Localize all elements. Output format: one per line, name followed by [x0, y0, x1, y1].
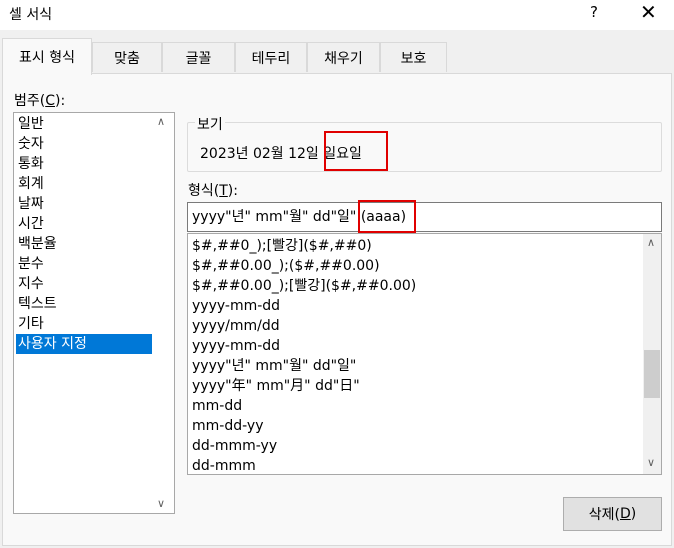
- format-item[interactable]: mm-dd: [192, 396, 242, 416]
- format-item[interactable]: yyyy-mm-dd: [192, 336, 280, 356]
- format-item[interactable]: yyyy"年" mm"月" dd"日": [192, 376, 360, 396]
- tab-font[interactable]: 글꼴: [162, 42, 235, 72]
- category-item-accounting[interactable]: 회계: [16, 174, 152, 194]
- format-item[interactable]: dd-mmm-yy: [192, 436, 277, 456]
- category-item-number[interactable]: 숫자: [16, 134, 152, 154]
- highlight-box-sample: [324, 131, 388, 171]
- format-label: 형식(T):: [188, 183, 238, 199]
- format-item[interactable]: $#,##0.00_);($#,##0.00): [192, 256, 380, 276]
- close-icon[interactable]: ✕: [640, 0, 657, 24]
- tab-strip: 표시 형식 맞춤 글꼴 테두리 채우기 보호: [0, 38, 674, 75]
- format-list[interactable]: $#,##0_);[빨강]($#,##0) $#,##0.00_);($#,##…: [187, 233, 662, 475]
- tab-number-format[interactable]: 표시 형식: [2, 38, 92, 75]
- format-item[interactable]: yyyy"년" mm"월" dd"일": [192, 356, 356, 376]
- category-list[interactable]: 일반 숫자 통화 회계 날짜 시간 백분율 분수 지수 텍스트 기타 사용자 지…: [13, 112, 175, 514]
- format-item[interactable]: yyyy-mm-dd: [192, 296, 280, 316]
- format-scrollbar[interactable]: ∧ ∨: [643, 234, 661, 474]
- category-item-fraction[interactable]: 분수: [16, 254, 152, 274]
- category-item-date[interactable]: 날짜: [16, 194, 152, 214]
- delete-button[interactable]: 삭제(D): [563, 497, 662, 531]
- scroll-up-icon[interactable]: ∧: [157, 115, 165, 128]
- scroll-down-icon[interactable]: ∨: [647, 456, 655, 469]
- help-icon[interactable]: ?: [590, 3, 598, 21]
- tab-fill[interactable]: 채우기: [307, 42, 380, 72]
- format-item[interactable]: mm-dd-yy: [192, 416, 263, 436]
- category-item-special[interactable]: 기타: [16, 314, 152, 334]
- title-bar: 셀 서식 ? ✕: [0, 0, 674, 30]
- format-item[interactable]: $#,##0.00_);[빨강]($#,##0.00): [192, 276, 416, 296]
- format-item[interactable]: $#,##0_);[빨강]($#,##0): [192, 236, 372, 256]
- category-item-percentage[interactable]: 백분율: [16, 234, 152, 254]
- format-input[interactable]: yyyy"년" mm"월" dd"일" (aaaa): [187, 202, 662, 232]
- scroll-up-icon[interactable]: ∧: [647, 236, 655, 249]
- format-item[interactable]: yyyy/mm/dd: [192, 316, 280, 336]
- category-item-time[interactable]: 시간: [16, 214, 152, 234]
- scroll-thumb[interactable]: [644, 350, 660, 398]
- tab-protection[interactable]: 보호: [380, 42, 447, 72]
- format-item[interactable]: dd-mmm: [192, 456, 256, 474]
- tab-alignment[interactable]: 맞춤: [92, 42, 162, 72]
- category-label: 범주(C):: [14, 93, 66, 109]
- dialog-title: 셀 서식: [9, 7, 53, 23]
- highlight-box-format: [358, 200, 416, 233]
- tab-border[interactable]: 테두리: [235, 42, 307, 72]
- category-item-text[interactable]: 텍스트: [16, 294, 152, 314]
- sample-legend: 보기: [195, 114, 225, 134]
- scroll-down-icon[interactable]: ∨: [157, 497, 165, 510]
- category-item-scientific[interactable]: 지수: [16, 274, 152, 294]
- category-item-custom[interactable]: 사용자 지정: [16, 334, 152, 354]
- category-item-currency[interactable]: 통화: [16, 154, 152, 174]
- category-item-general[interactable]: 일반: [16, 114, 152, 134]
